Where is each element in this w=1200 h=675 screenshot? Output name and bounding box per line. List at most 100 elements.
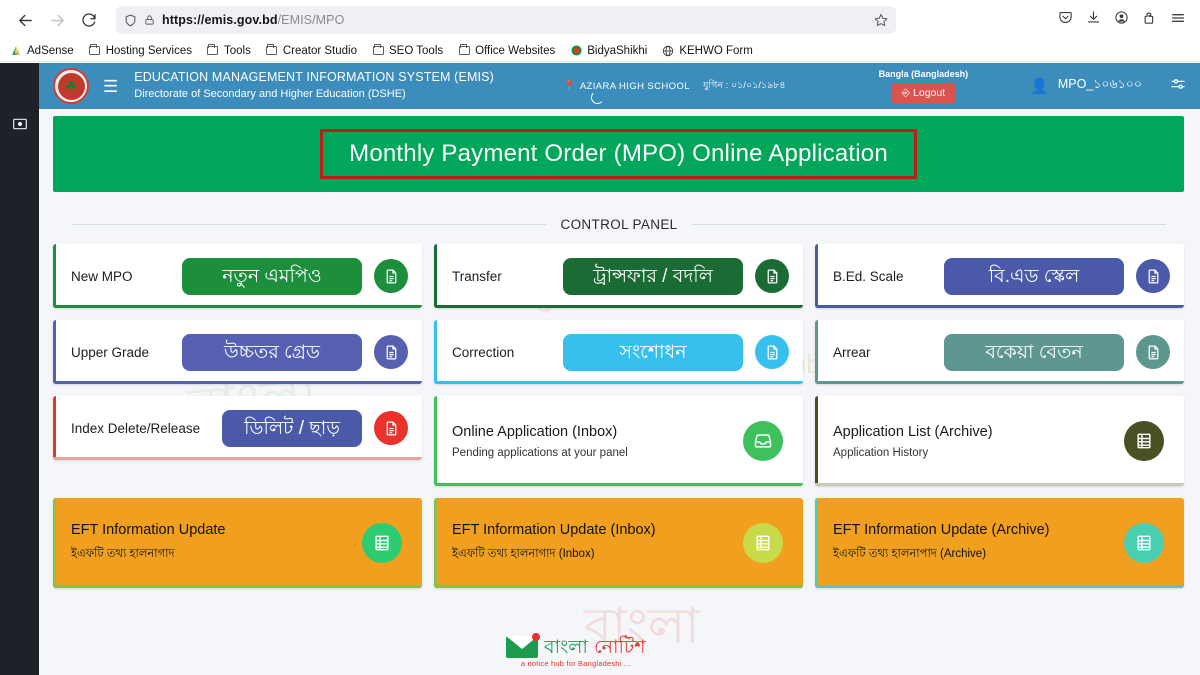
url-text: https://emis.gov.bd/EMIS/MPO — [162, 13, 344, 27]
card-accent-bottom — [815, 585, 1184, 588]
document-icon[interactable] — [374, 259, 408, 293]
hamburger-menu-icon[interactable]: ☰ — [103, 78, 118, 95]
bookmark-seo-tools[interactable]: SEO Tools — [372, 44, 444, 57]
card-subtitle: Application History — [833, 446, 929, 459]
card-accent — [815, 498, 818, 588]
bookmark-label: SEO Tools — [389, 44, 444, 57]
card-accent-bottom — [815, 483, 1184, 486]
card-label-en: Correction — [452, 344, 515, 360]
card-accent — [53, 396, 56, 460]
index-delete-release-button[interactable]: ডিলিট / ছাড় — [222, 409, 362, 447]
adsense-icon — [10, 45, 22, 57]
logout-button[interactable]: ⎆ Logout — [891, 82, 956, 104]
bookmark-bidyashikhi[interactable]: BidyaShikhi — [570, 45, 647, 57]
divider-line — [691, 224, 1167, 225]
card-title: EFT Information Update (Inbox) — [452, 522, 656, 538]
card-subtitle: Pending applications at your panel — [452, 446, 628, 459]
card-accent — [815, 396, 818, 486]
url-path: /EMIS/MPO — [277, 13, 345, 27]
card-row-3: Index Delete/Release ডিলিট / ছাড় Online… — [53, 396, 1184, 486]
browser-toolbar: https://emis.gov.bd/EMIS/MPO — [0, 0, 1200, 40]
document-icon[interactable] — [1136, 335, 1170, 369]
toolbar-right-icons — [1058, 10, 1190, 31]
bookmark-hosting-services[interactable]: Hosting Services — [89, 44, 192, 57]
account-icon[interactable] — [1114, 10, 1129, 30]
bookmark-kehwo-form[interactable]: KEHWO Form — [662, 44, 753, 57]
card-eft-information-update-inbox[interactable]: EFT Information Update (Inbox) ইএফটি তথ্… — [434, 498, 803, 588]
star-icon[interactable] — [874, 13, 888, 27]
card-application-list-archive[interactable]: Application List (Archive) Application H… — [815, 396, 1184, 486]
logo-tagline: a notice hub for Bangladeshi ... — [520, 659, 631, 668]
language-logout-block: Bangla (Bangladesh) ⎆ Logout — [879, 69, 968, 104]
user-name: MPO_১০৬১০০ — [1057, 77, 1142, 91]
card-label-en: Index Delete/Release — [71, 420, 201, 436]
card-title: EFT Information Update — [71, 522, 226, 538]
screencast-icon[interactable] — [0, 116, 39, 132]
bangladesh-govt-emblem-icon: ☘ — [53, 68, 89, 104]
user-avatar-icon: 👤 — [1030, 78, 1049, 95]
extensions-icon[interactable] — [1142, 10, 1157, 30]
list-icon[interactable] — [743, 523, 783, 563]
document-icon[interactable] — [374, 411, 408, 445]
card-eft-information-update-archive[interactable]: EFT Information Update (Archive) ইএফটি ত… — [815, 498, 1184, 588]
card-upper-grade[interactable]: Upper Grade উচ্চতর গ্রেড — [53, 320, 422, 384]
folder-icon — [89, 44, 101, 57]
user-account-block[interactable]: 👤 MPO_১০৬১০০ — [1030, 76, 1142, 96]
pocket-icon[interactable] — [1058, 10, 1073, 30]
document-icon[interactable] — [755, 335, 789, 369]
back-arrow-icon[interactable] — [10, 5, 40, 35]
envelope-icon — [506, 633, 540, 658]
card-bed-scale[interactable]: B.Ed. Scale বি.এড স্কেল — [815, 244, 1184, 308]
screenshot-root: https://emis.gov.bd/EMIS/MPO AdSense Hos… — [0, 0, 1200, 675]
bookmark-label: Creator Studio — [282, 44, 357, 57]
card-label-en: B.Ed. Scale — [833, 268, 904, 284]
card-row-4: EFT Information Update ইএফটি তথ্য হালনাগ… — [53, 498, 1184, 588]
loading-spinner-icon — [591, 91, 604, 104]
card-new-mpo[interactable]: New MPO নতুন এমপিও — [53, 244, 422, 308]
document-icon[interactable] — [1136, 259, 1170, 293]
emis-title-block: EDUCATION MANAGEMENT INFORMATION SYSTEM … — [134, 70, 494, 102]
card-accent — [815, 244, 818, 308]
bed-scale-button[interactable]: বি.এড স্কেল — [944, 257, 1124, 295]
bookmark-adsense[interactable]: AdSense — [10, 45, 74, 57]
bookmark-label: KEHWO Form — [679, 44, 753, 57]
reload-icon[interactable] — [74, 5, 104, 35]
list-icon[interactable] — [362, 523, 402, 563]
bookmark-creator-studio[interactable]: Creator Studio — [266, 44, 357, 57]
inbox-icon[interactable] — [743, 421, 783, 461]
folder-icon — [266, 44, 278, 57]
forward-arrow-icon[interactable] — [42, 5, 72, 35]
divider-line — [72, 224, 547, 225]
list-icon[interactable] — [1124, 421, 1164, 461]
bookmarks-bar: AdSense Hosting Services Tools Creator S… — [0, 40, 1200, 62]
transfer-button[interactable]: ট্রান্সফার / বদলি — [563, 257, 743, 295]
card-label-en: Arrear — [833, 344, 871, 360]
card-eft-information-update[interactable]: EFT Information Update ইএফটি তথ্য হালনাগ… — [53, 498, 422, 588]
address-bar[interactable]: https://emis.gov.bd/EMIS/MPO — [116, 6, 896, 34]
card-accent — [434, 396, 437, 486]
correction-button[interactable]: সংশোধন — [563, 333, 743, 371]
bookmark-tools[interactable]: Tools — [207, 44, 251, 57]
list-icon[interactable] — [1124, 523, 1164, 563]
upper-grade-button[interactable]: উচ্চতর গ্রেড — [182, 333, 362, 371]
card-accent-bottom — [434, 381, 803, 384]
card-arrear[interactable]: Arrear বকেয়া বেতন — [815, 320, 1184, 384]
arrear-button[interactable]: বকেয়া বেতন — [944, 333, 1124, 371]
settings-sliders-icon[interactable] — [1170, 76, 1186, 96]
card-correction[interactable]: Correction সংশোধন — [434, 320, 803, 384]
new-mpo-button[interactable]: নতুন এমপিও — [182, 257, 362, 295]
logo-word-1: বাংলা — [544, 636, 588, 658]
card-online-application-inbox[interactable]: Online Application (Inbox) Pending appli… — [434, 396, 803, 486]
card-index-delete-release[interactable]: Index Delete/Release ডিলিট / ছাড় — [53, 396, 422, 460]
card-row-1: New MPO নতুন এমপিও Transfer ট্রান্সফার /… — [53, 244, 1184, 308]
url-domain: https://emis.gov.bd — [162, 13, 278, 27]
bookmark-office-websites[interactable]: Office Websites — [458, 44, 555, 57]
document-icon[interactable] — [374, 335, 408, 369]
card-accent — [53, 320, 56, 384]
menu-icon[interactable] — [1170, 10, 1186, 31]
page-title: Monthly Payment Order (MPO) Online Appli… — [349, 140, 888, 167]
card-transfer[interactable]: Transfer ট্রান্সফার / বদলি — [434, 244, 803, 308]
document-icon[interactable] — [755, 259, 789, 293]
downloads-icon[interactable] — [1086, 10, 1101, 30]
card-accent — [53, 498, 56, 588]
